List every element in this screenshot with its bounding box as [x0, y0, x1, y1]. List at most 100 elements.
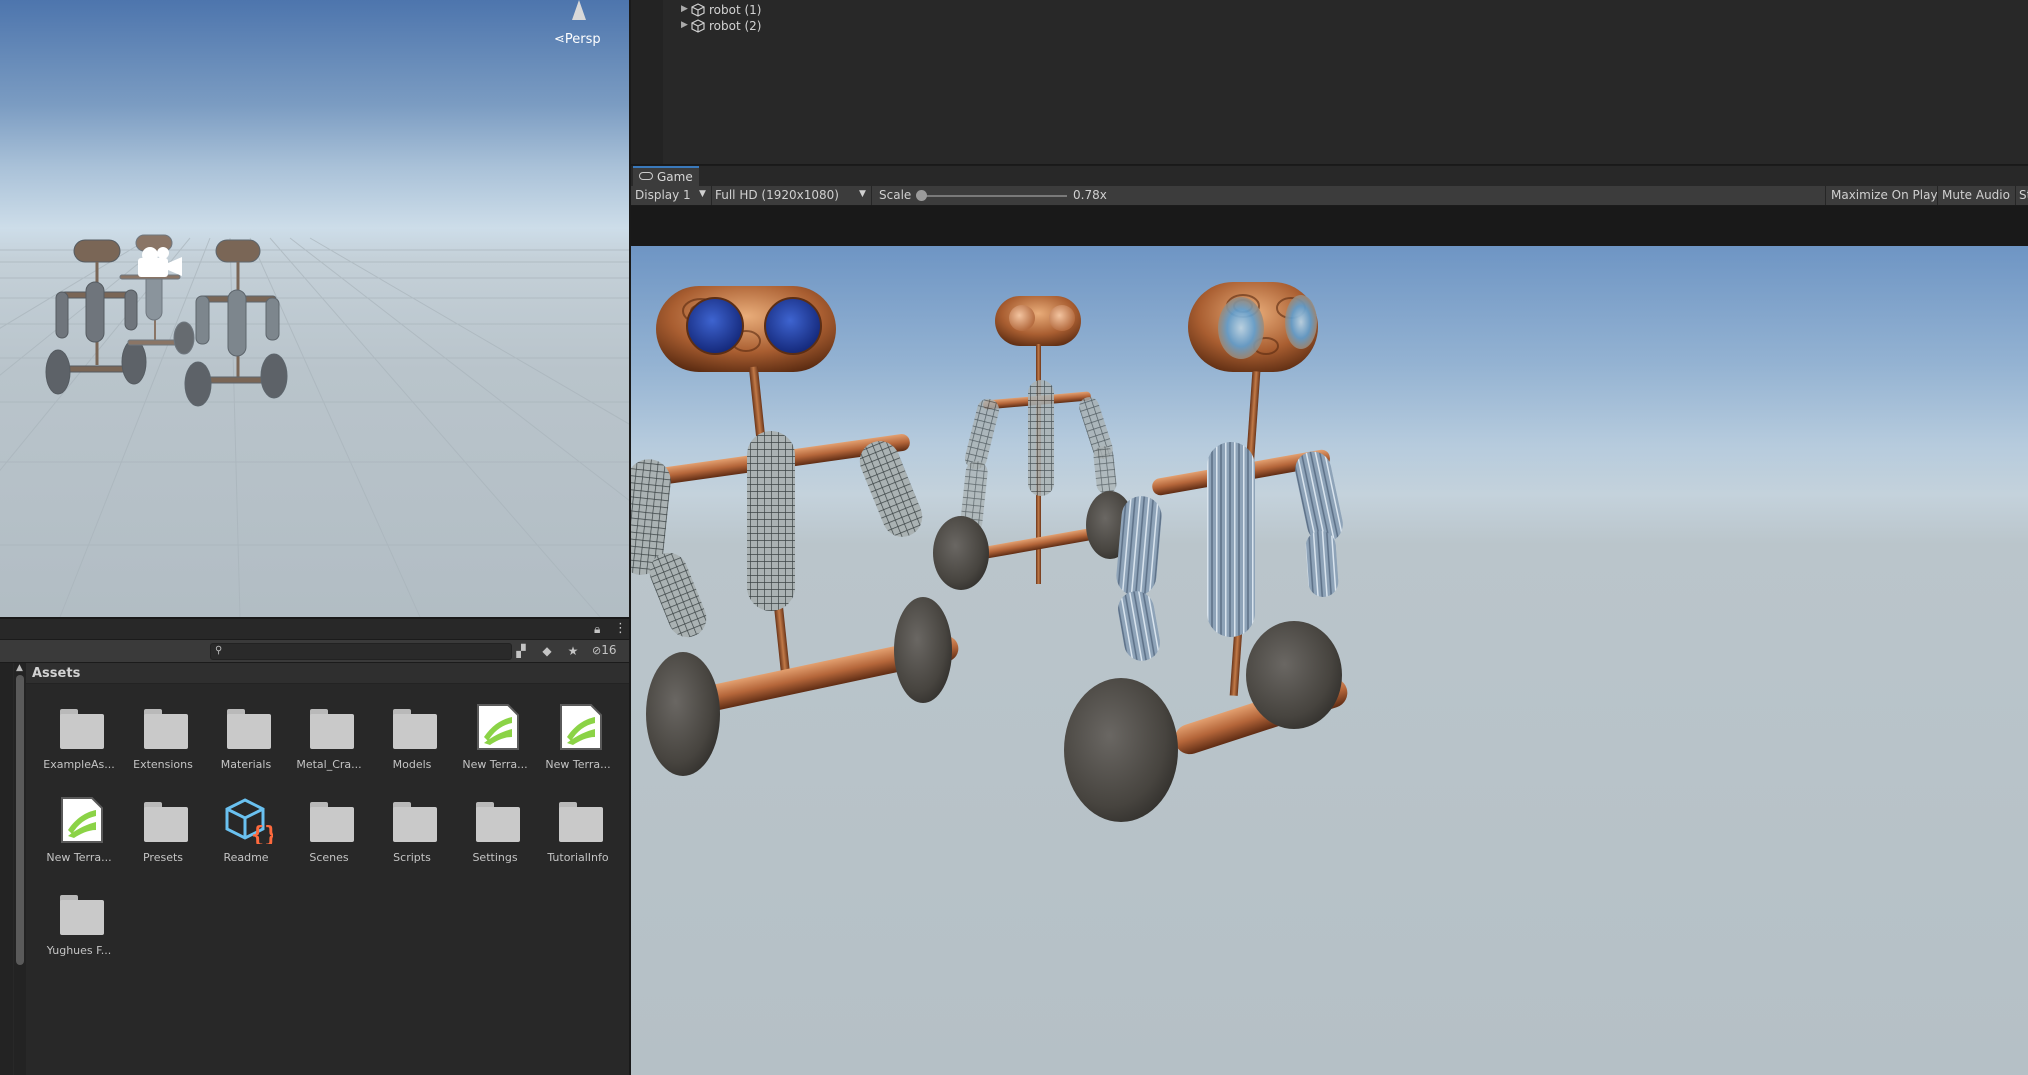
project-search-field[interactable]: ⚲: [210, 643, 512, 660]
favorites-star-icon[interactable]: ★: [564, 643, 582, 659]
asset-item[interactable]: {} Readme: [205, 796, 285, 886]
eye-slash-icon: ⊘: [592, 644, 602, 657]
asset-item[interactable]: Models: [371, 703, 451, 793]
resolution-dropdown[interactable]: Full HD (1920x1080): [715, 188, 839, 202]
toolbar-divider: [1825, 186, 1826, 205]
display-dropdown[interactable]: Display 1: [635, 188, 691, 202]
project-scrollbar-thumb[interactable]: [16, 675, 24, 965]
maximize-on-play-toggle[interactable]: Maximize On Play: [1831, 188, 1938, 202]
mute-audio-toggle[interactable]: Mute Audio: [1942, 188, 2010, 202]
toolbar-divider: [871, 186, 872, 205]
folder-icon: [557, 796, 605, 844]
asset-item[interactable]: Scripts: [371, 796, 451, 886]
hidden-packages-toggle[interactable]: ⊘16: [592, 643, 617, 657]
scene-robot-left: [45, 239, 147, 395]
stats-toggle[interactable]: St: [2019, 188, 2028, 202]
folder-icon: [391, 703, 439, 751]
asset-label: Metal_Cra...: [296, 758, 362, 771]
asset-label: Scripts: [393, 851, 431, 864]
expand-arrow-icon[interactable]: ▶: [681, 20, 688, 30]
game-viewport[interactable]: [631, 246, 2028, 1075]
hierarchy-item-label: robot (1): [709, 3, 762, 17]
tab-game-label: Game: [657, 170, 693, 184]
asset-item[interactable]: Yughues F...: [38, 889, 118, 979]
hierarchy-panel: ▶ robot (1) ▶ robot (2): [631, 0, 2028, 164]
breadcrumb-assets[interactable]: Assets: [32, 666, 80, 681]
asset-item[interactable]: Materials: [205, 703, 285, 793]
terrain-data-icon: [477, 704, 519, 750]
expand-arrow-icon[interactable]: ▶: [681, 4, 688, 14]
asset-label: New Terra...: [46, 851, 112, 864]
chevron-down-icon[interactable]: ▼: [699, 189, 706, 199]
scene-robot-right: [184, 239, 288, 407]
camera-gizmo-icon: [138, 247, 182, 277]
toolbar-divider: [711, 186, 712, 205]
project-toolbar: ⚲ ▞ ◆ ★ ⊘16: [0, 640, 629, 663]
folder-icon: [308, 703, 356, 751]
folder-icon: [142, 703, 190, 751]
project-window: 🔒︎ ⋮ ⚲ ▞ ◆ ★ ⊘16 ▲ Assets ExampleAs... E…: [0, 619, 629, 1075]
hierarchy-item-robot-1[interactable]: ▶ robot (1): [681, 3, 881, 19]
robot-middle: [933, 296, 1134, 590]
terrain-data-icon: [560, 704, 602, 750]
folder-icon: [58, 889, 106, 937]
asset-item[interactable]: Settings: [454, 796, 534, 886]
gameobject-cube-icon: [691, 3, 705, 17]
asset-label: TutorialInfo: [547, 851, 609, 864]
asset-label: Yughues F...: [46, 944, 112, 957]
gamepad-icon: [639, 172, 653, 180]
lock-icon[interactable]: 🔒︎: [594, 622, 600, 637]
scroll-up-icon[interactable]: ▲: [16, 663, 23, 673]
more-options-icon[interactable]: ⋮: [614, 621, 627, 636]
game-toolbar: Display 1 ▼ Full HD (1920x1080) ▼ Scale …: [631, 186, 2028, 206]
asset-label: Materials: [220, 758, 272, 771]
asset-label: Readme: [223, 851, 269, 864]
toolbar-divider: [1937, 186, 1938, 205]
breadcrumb: Assets: [26, 663, 629, 684]
gameobject-cube-icon: [691, 19, 705, 33]
folder-icon: [391, 796, 439, 844]
folder-icon: [142, 796, 190, 844]
asset-item[interactable]: New Terra...: [537, 703, 617, 793]
asset-item[interactable]: New Terra...: [454, 703, 534, 793]
toolbar-divider: [2015, 186, 2016, 205]
hidden-count: 16: [601, 643, 617, 657]
robot-left: [631, 286, 959, 776]
search-by-type-icon[interactable]: ▞: [512, 643, 530, 659]
hierarchy-item-label: robot (2): [709, 19, 762, 33]
game-render: [631, 282, 1348, 822]
readme-icon: {}: [225, 798, 273, 844]
asset-item[interactable]: Metal_Cra...: [288, 703, 368, 793]
project-search-input[interactable]: [227, 644, 507, 659]
asset-label: ExampleAs...: [43, 758, 115, 771]
folder-icon: [58, 703, 106, 751]
scale-slider-thumb[interactable]: [916, 190, 927, 201]
tab-game[interactable]: Game: [633, 166, 699, 186]
asset-item[interactable]: Scenes: [288, 796, 368, 886]
orientation-gizmo-icon[interactable]: [572, 0, 586, 20]
asset-label: New Terra...: [545, 758, 611, 771]
folder-icon: [308, 796, 356, 844]
asset-item[interactable]: New Terra...: [38, 796, 118, 886]
folder-tree-panel[interactable]: [0, 663, 13, 1075]
chevron-down-icon[interactable]: ▼: [859, 189, 866, 199]
scene-view[interactable]: ⋖Persp: [0, 0, 631, 617]
projection-toggle[interactable]: ⋖Persp: [554, 32, 601, 47]
asset-label: New Terra...: [462, 758, 528, 771]
asset-item[interactable]: TutorialInfo: [537, 796, 617, 886]
scale-value: 0.78x: [1073, 188, 1107, 202]
svg-text:{}: {}: [251, 823, 273, 844]
asset-item[interactable]: Extensions: [122, 703, 202, 793]
asset-item[interactable]: Presets: [122, 796, 202, 886]
game-letterbox: [631, 206, 2028, 246]
search-by-label-icon[interactable]: ◆: [538, 643, 556, 659]
scale-slider-track[interactable]: [921, 195, 1067, 197]
asset-item[interactable]: ExampleAs...: [38, 703, 118, 793]
scene-grid: [0, 234, 629, 617]
folder-icon: [225, 703, 273, 751]
scale-label: Scale: [879, 188, 912, 202]
hierarchy-gutter: [631, 0, 663, 164]
hierarchy-item-robot-2[interactable]: ▶ robot (2): [681, 19, 881, 35]
asset-label: Settings: [472, 851, 518, 864]
terrain-data-icon: [61, 797, 103, 843]
